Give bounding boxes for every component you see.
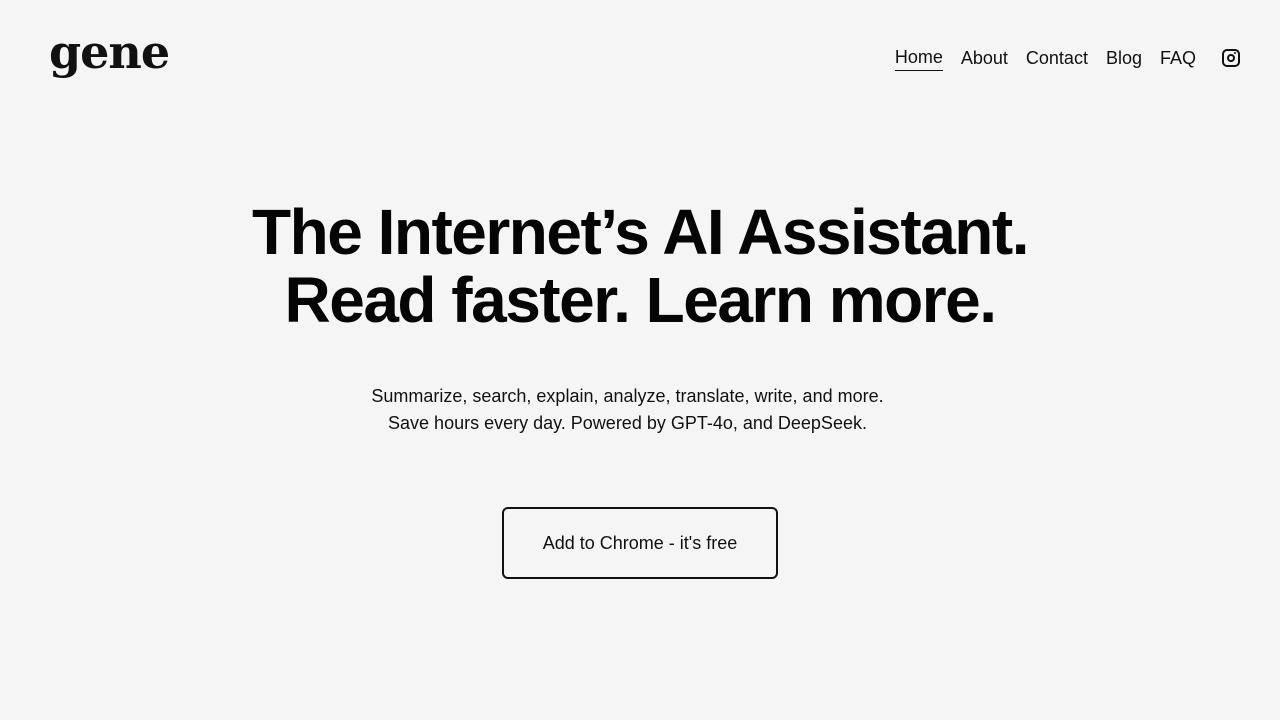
hero-subtext: Summarize, search, explain, analyze, tra… <box>0 383 1280 437</box>
main-nav: Home About Contact Blog FAQ <box>894 44 1240 71</box>
add-to-chrome-button[interactable]: Add to Chrome - it's free <box>502 507 778 579</box>
hero-headline: The Internet’s AI Assistant. Read faster… <box>0 198 1280 334</box>
subtext-line-2: Save hours every day. Powered by GPT-4o,… <box>388 413 867 433</box>
nav-home[interactable]: Home <box>894 44 943 71</box>
site-header: gene Home About Contact Blog FAQ <box>0 0 1280 110</box>
logo[interactable]: gene <box>49 22 170 82</box>
nav-faq[interactable]: FAQ <box>1160 45 1196 71</box>
headline-line-2: Read faster. Learn more. <box>284 264 997 336</box>
nav-blog[interactable]: Blog <box>1106 45 1142 71</box>
nav-contact[interactable]: Contact <box>1026 45 1088 71</box>
hero-section: The Internet’s AI Assistant. Read faster… <box>0 198 1280 334</box>
subtext-line-1: Summarize, search, explain, analyze, tra… <box>371 386 884 406</box>
nav-about[interactable]: About <box>961 45 1008 71</box>
instagram-icon[interactable] <box>1222 48 1240 67</box>
headline-line-1: The Internet’s AI Assistant. <box>252 196 1029 268</box>
